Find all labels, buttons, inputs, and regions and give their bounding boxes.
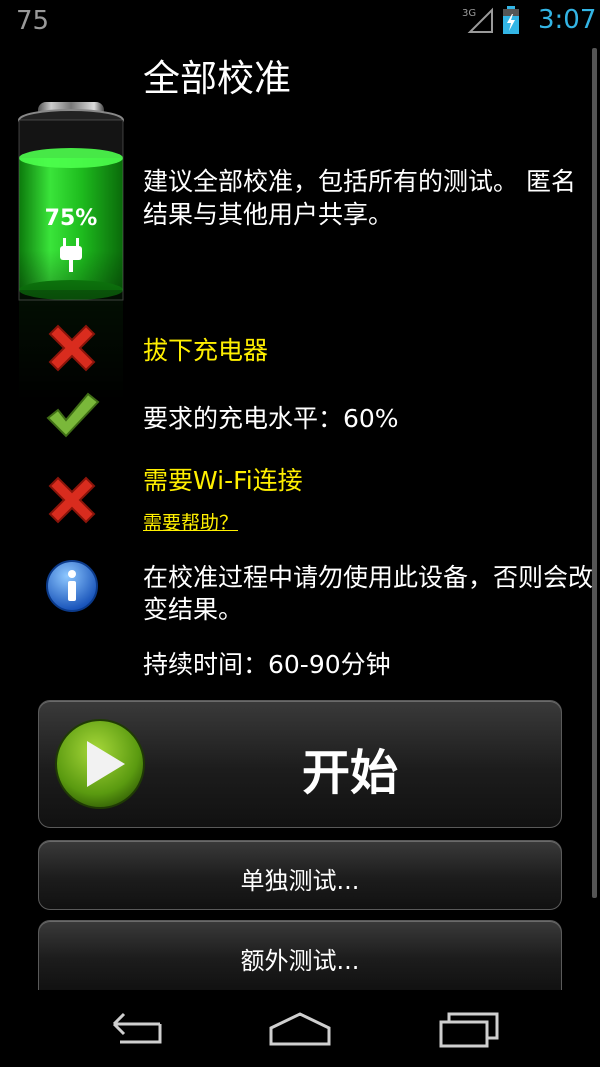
svg-text:3G: 3G [462,8,476,19]
clock: 3:07 [538,5,597,35]
back-icon[interactable] [100,1006,170,1050]
extra-test-label: 额外测试... [240,947,360,975]
red-x-icon [48,476,96,524]
status-bar: 75 3G 3:07 [0,0,600,44]
start-label: 开始 [301,745,398,801]
battery-charging-icon [503,6,519,34]
scrollbar[interactable] [592,48,597,898]
single-test-label: 单独测试... [240,867,360,895]
page-description: 建议全部校准，包括所有的测试。 匿名结果与其他用户共享。 [143,167,576,229]
requirement-unplug-charger: 拔下充电器 [143,336,269,365]
start-button[interactable]: 开始 [38,700,562,828]
info-text: 在校准过程中请勿使用此设备，否则会改变结果。 [143,563,594,624]
need-help-link[interactable]: 需要帮助？ [143,508,238,535]
signal-3g-icon: 3G [462,7,493,33]
requirement-wifi: 需要Wi-Fi连接 [143,466,303,495]
requirement-charge-level: 要求的充电水平：60% [143,404,399,433]
single-test-button[interactable]: 单独测试... [38,840,562,910]
recent-apps-icon[interactable] [435,1006,505,1050]
extra-test-button[interactable]: 额外测试... [38,920,562,990]
navigation-bar [0,990,600,1067]
red-x-icon [48,324,96,372]
duration-text: 持续时间：60-90分钟 [143,650,391,679]
battery-percent-label: 75% [45,206,98,231]
play-icon [55,719,145,809]
page-title: 全部校准 [143,57,291,100]
info-icon [46,560,98,612]
notification-count: 75 [16,6,50,36]
green-check-icon [46,392,100,438]
home-icon[interactable] [265,1006,335,1050]
